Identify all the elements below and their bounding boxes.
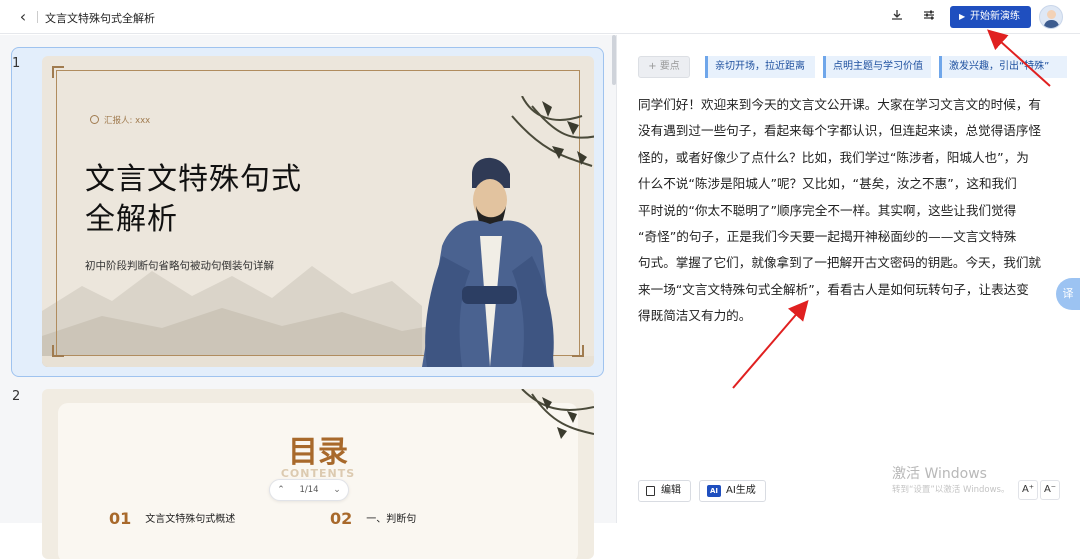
slide-pager: ⌃ 1/14 ⌄ [269, 479, 349, 501]
edit-icon [646, 486, 655, 496]
slide-subtitle: 初中阶段判断句省略句被动句倒装句详解 [85, 260, 274, 272]
notes-line: 怪的，或者好像少了点什么？比如，我们学过“陈涉者，阳城人也”，为 [638, 149, 1029, 165]
divider [37, 11, 38, 23]
scholar-illustration [422, 96, 594, 367]
slide-title: 文言文特殊句式 全解析 [85, 160, 302, 240]
speaker-notes-text[interactable]: 同学们好！欢迎来到今天的文言文公开课。大家在学习文言文的时候，有 没有遇到过一些… [638, 92, 1060, 330]
pager-label: 1/14 [299, 485, 319, 495]
toc-number: 02 [330, 509, 353, 528]
point-tag[interactable]: 亲切开场，拉近距离 [705, 56, 815, 78]
point-tag[interactable]: 点明主题与学习价值 [823, 56, 931, 78]
sliders-icon[interactable] [920, 8, 938, 26]
chevron-down-icon[interactable]: ⌄ [328, 480, 346, 500]
toc-label: 文言文特殊句式概述 [145, 514, 236, 525]
avatar-body [1044, 20, 1059, 28]
ai-button-label: AI生成 [726, 485, 756, 496]
ai-generate-button[interactable]: AI AI生成 [699, 480, 766, 502]
avatar-head [1047, 10, 1056, 19]
ai-icon: AI [707, 485, 721, 497]
play-icon: ▶ [959, 12, 966, 21]
font-smaller-button[interactable]: A⁻ [1040, 480, 1060, 500]
user-icon [90, 115, 99, 124]
slide-number: 2 [12, 389, 21, 404]
chevron-left-icon[interactable]: ‹ [14, 8, 32, 26]
download-icon[interactable] [888, 8, 906, 26]
notes-line: 句式。掌握了它们，就像拿到了一把解开古文密码的钥匙。今天，我们就 [638, 255, 1041, 271]
slide-number: 1 [12, 56, 21, 71]
notes-line: 来一场“文言文特殊句式全解析”，看看古人是如何玩转句子，让表达变 [638, 281, 1029, 297]
avatar[interactable] [1039, 5, 1063, 29]
add-point-button[interactable]: + 要点 [638, 56, 690, 78]
edit-button[interactable]: 编辑 [638, 480, 691, 502]
chevron-up-icon[interactable]: ⌃ [272, 480, 290, 500]
bamboo-decoration [521, 389, 594, 439]
page-title: 文言文特殊句式全解析 [45, 12, 155, 25]
point-tag[interactable]: 激发兴趣，引出“特殊” [939, 56, 1067, 78]
slide-thumbnail-2[interactable]: 目录 CONTENTS 01 文言文特殊句式概述 02 一、判断句 [42, 389, 594, 559]
frame-corner [52, 66, 64, 78]
translate-tab[interactable]: 译 [1056, 278, 1080, 310]
windows-activation-watermark: 激活 Windows [892, 466, 987, 482]
toc-item-01: 01 文言文特殊句式概述 [109, 509, 235, 528]
notes-line: “奇怪”的句子，正是我们今天要一起揭开神秘面纱的——文言文特殊 [638, 229, 1017, 245]
top-bar: ‹ 文言文特殊句式全解析 ▶ 开始新演练 [0, 0, 1080, 34]
notes-line: 平时说的“你太不聪明了”顺序完全不一样。其实啊，这些让我们觉得 [638, 202, 1017, 218]
toc-label: 一、判断句 [366, 514, 417, 525]
edit-button-label: 编辑 [661, 485, 681, 496]
toc-item-02: 02 一、判断句 [330, 509, 416, 528]
reporter-label: 汇报人: xxx [90, 114, 150, 126]
start-new-rehearsal-button[interactable]: ▶ 开始新演练 [950, 6, 1031, 28]
notes-line: 同学们好！欢迎来到今天的文言文公开课。大家在学习文言文的时候，有 [638, 97, 1041, 112]
notes-line: 什么不说“陈涉是阳城人”呢？又比如，“甚矣，汝之不惠”，这和我们 [638, 176, 1017, 192]
notes-line: 得既简洁又有力的。 [638, 308, 752, 324]
windows-activation-hint: 转到“设置”以激活 Windows。 [892, 485, 1010, 495]
slide-title-line1: 文言文特殊句式 [85, 162, 302, 197]
slide-title-line2: 全解析 [85, 202, 178, 237]
font-larger-button[interactable]: A⁺ [1018, 480, 1038, 500]
slide-thumbnail-1[interactable]: 汇报人: xxx 文言文特殊句式 全解析 初中阶段判断句省略句被动句倒装句详解 [42, 56, 594, 367]
reporter-text: 汇报人: xxx [104, 116, 151, 126]
start-button-label: 开始新演练 [970, 11, 1020, 22]
notes-line: 没有遇到过一些句子，看起来每个字都认识，但连起来读，总觉得语序怪 [638, 123, 1041, 139]
toc-number: 01 [109, 509, 132, 528]
frame-corner [52, 345, 64, 357]
